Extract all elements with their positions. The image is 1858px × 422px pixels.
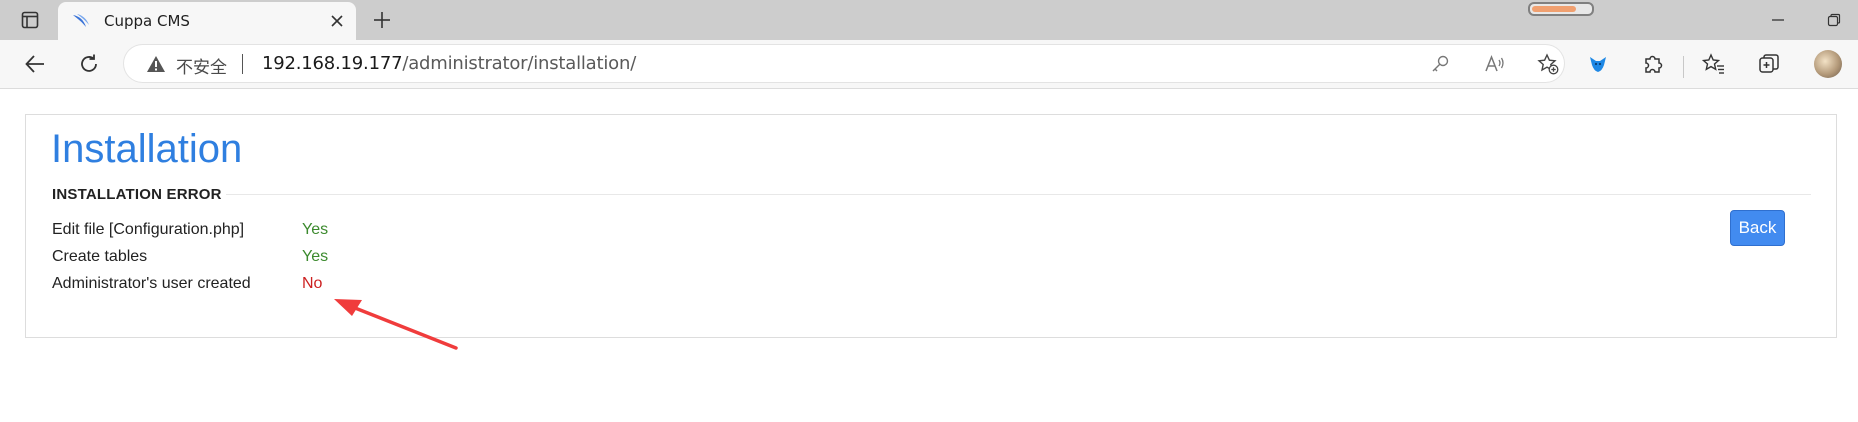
active-tab[interactable]: Cuppa CMS	[58, 2, 356, 40]
browser-toolbar: 不安全 192.168.19.177/administrator/install…	[0, 40, 1858, 89]
section-divider	[226, 194, 1811, 195]
restore-icon	[1827, 13, 1841, 27]
status-value-config-file: Yes	[302, 221, 329, 238]
favorites-icon	[1702, 53, 1724, 74]
address-bar[interactable]: 不安全 192.168.19.177/administrator/install…	[124, 45, 1564, 82]
cuppa-favicon-icon	[73, 14, 89, 27]
browser-tab-bar: Cuppa CMS	[0, 0, 1858, 40]
url-text[interactable]: 192.168.19.177/administrator/installatio…	[262, 53, 636, 74]
tab-actions-menu-button[interactable]	[14, 6, 46, 34]
star-add-icon	[1537, 53, 1559, 75]
status-label-config-file: Edit file [Configuration.php]	[52, 221, 245, 238]
profile-indicator-fill	[1532, 6, 1576, 12]
collections-icon	[1759, 54, 1779, 73]
not-secure-label[interactable]: 不安全	[176, 53, 227, 78]
page-title: Installation	[51, 127, 243, 171]
minimize-icon	[1772, 19, 1784, 21]
plus-icon	[374, 12, 390, 28]
refresh-button[interactable]	[73, 48, 105, 80]
restore-button[interactable]	[1822, 8, 1846, 32]
favorites-button[interactable]	[1698, 48, 1730, 80]
collections-button[interactable]	[1753, 48, 1785, 80]
installation-panel: Installation INSTALLATION ERROR Edit fil…	[25, 114, 1837, 338]
profile-indicator[interactable]	[1528, 2, 1594, 16]
back-nav-button[interactable]	[19, 48, 51, 80]
status-label-admin-user: Administrator's user created	[52, 275, 251, 292]
extension-button[interactable]	[1582, 48, 1614, 80]
new-tab-button[interactable]	[368, 6, 396, 34]
status-value-create-tables: Yes	[302, 248, 329, 265]
url-path: /administrator/installation/	[402, 53, 637, 74]
read-aloud-icon	[1485, 54, 1504, 72]
read-aloud-button[interactable]	[1481, 50, 1509, 78]
warning-icon[interactable]	[146, 55, 166, 73]
tab-title: Cuppa CMS	[104, 12, 190, 30]
tab-close-button[interactable]	[326, 10, 348, 32]
arrow-left-icon	[25, 55, 44, 73]
close-icon	[331, 15, 343, 27]
puzzle-icon	[1645, 55, 1663, 73]
profile-avatar[interactable]	[1814, 50, 1842, 78]
tab-actions-icon	[21, 11, 39, 29]
password-key-button[interactable]	[1426, 50, 1454, 78]
status-value-admin-user: No	[302, 275, 323, 292]
toolbar-divider	[1683, 56, 1684, 78]
extension-bird-icon	[1590, 57, 1606, 72]
extensions-button[interactable]	[1637, 48, 1669, 80]
add-favorite-button[interactable]	[1534, 50, 1562, 78]
section-heading: INSTALLATION ERROR	[52, 186, 222, 203]
key-icon	[1432, 55, 1449, 72]
minimize-button[interactable]	[1766, 8, 1790, 32]
url-host: 192.168.19.177	[262, 53, 403, 74]
address-separator	[242, 54, 243, 74]
refresh-icon	[81, 54, 97, 72]
status-label-create-tables: Create tables	[52, 248, 148, 265]
back-button[interactable]: Back	[1730, 210, 1785, 246]
